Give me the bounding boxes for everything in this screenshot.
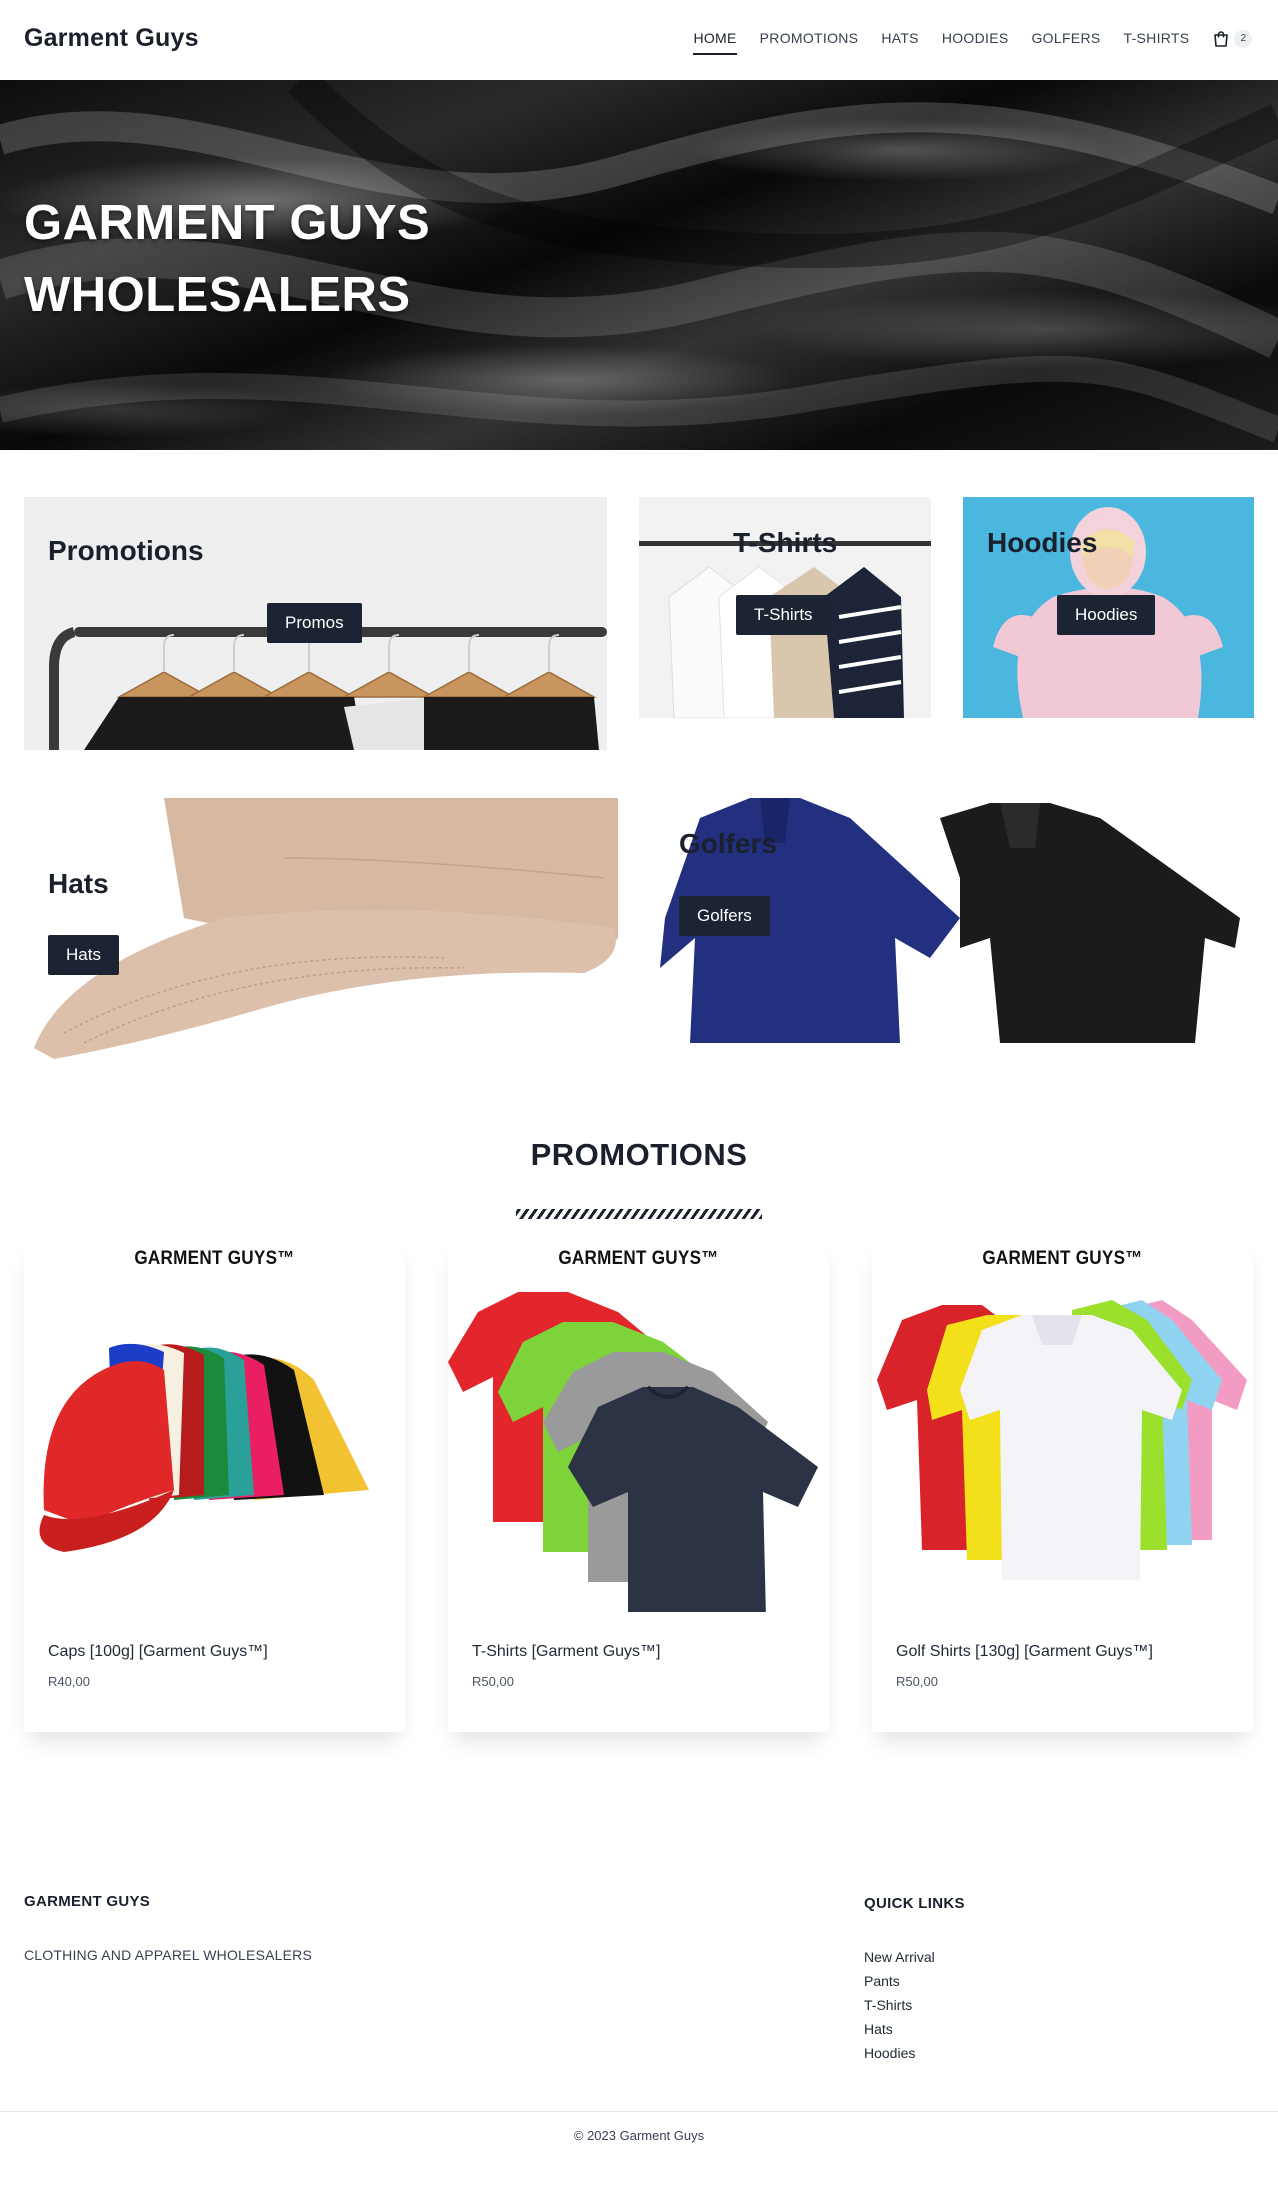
footer-divider <box>0 2111 1278 2112</box>
nav-home[interactable]: HOME <box>693 22 737 55</box>
promos-button[interactable]: Promos <box>267 603 362 643</box>
product-brand-label: GARMENT GUYS™ <box>134 1248 295 1269</box>
golfers-button[interactable]: Golfers <box>679 896 770 936</box>
nav-hats[interactable]: HATS <box>881 22 919 55</box>
footer-about-heading: GARMENT GUYS <box>24 1893 151 1910</box>
product-price: R50,00 <box>472 1674 514 1689</box>
cart-button[interactable]: 2 <box>1212 29 1252 48</box>
site-logo[interactable]: Garment Guys <box>24 24 199 53</box>
caps-product-image[interactable] <box>24 1290 405 1560</box>
golf-shirts-product-image[interactable] <box>872 1290 1253 1580</box>
hero-title: GARMENT GUYS WHOLESALERS <box>24 196 431 322</box>
category-tile-promotions[interactable]: Promotions Promos <box>24 497 607 750</box>
product-name[interactable]: Golf Shirts [130g] [Garment Guys™] <box>896 1643 1153 1661</box>
site-header: Garment Guys HOME PROMOTIONS HATS HOODIE… <box>0 0 1278 80</box>
product-brand-label: GARMENT GUYS™ <box>982 1248 1143 1269</box>
product-name[interactable]: Caps [100g] [Garment Guys™] <box>48 1643 268 1661</box>
cap-image <box>34 798 618 1059</box>
product-card[interactable]: GARMENT GUYS™ Caps [100g] [Garment Guys™… <box>24 1240 405 1732</box>
footer-link-new-arrival[interactable]: New Arrival <box>864 1945 935 1969</box>
product-brand-label: GARMENT GUYS™ <box>558 1248 719 1269</box>
category-title-promotions: Promotions <box>48 535 204 566</box>
product-card[interactable]: GARMENT GUYS™ T-Shirts [Garment Guys™] R… <box>448 1240 829 1732</box>
category-tile-hoodies[interactable]: Hoodies Hoodies <box>963 497 1254 718</box>
footer-quick-links-heading: QUICK LINKS <box>864 1895 965 1912</box>
hats-button[interactable]: Hats <box>48 935 119 975</box>
category-title-tshirts: T-Shirts <box>733 527 838 558</box>
shopping-bag-icon <box>1212 30 1230 48</box>
tshirts-product-image[interactable] <box>448 1282 829 1612</box>
nav-hoodies[interactable]: HOODIES <box>942 22 1009 55</box>
hoodies-button[interactable]: Hoodies <box>1057 595 1156 635</box>
nav-tshirts[interactable]: T-SHIRTS <box>1124 22 1190 55</box>
category-tile-tshirts[interactable]: T-Shirts T-Shirts <box>639 497 931 718</box>
nav-promotions[interactable]: PROMOTIONS <box>760 22 859 55</box>
product-card[interactable]: GARMENT GUYS™ Golf Shirts [130g] [Garmen… <box>872 1240 1253 1732</box>
footer-link-tshirts[interactable]: T-Shirts <box>864 1993 935 2017</box>
cart-count-badge: 2 <box>1234 29 1252 48</box>
category-tile-golfers[interactable]: Golfers Golfers <box>660 798 1254 1043</box>
copyright-text: © 2023 Garment Guys <box>573 2128 705 2143</box>
footer-link-hats[interactable]: Hats <box>864 2017 935 2041</box>
promotions-section-title: PROMOTIONS <box>530 1137 748 1172</box>
footer-about-text: CLOTHING AND APPAREL WHOLESALERS <box>24 1947 313 1963</box>
nav-golfers[interactable]: GOLFERS <box>1031 22 1100 55</box>
product-name[interactable]: T-Shirts [Garment Guys™] <box>472 1643 660 1661</box>
hero-banner: GARMENT GUYS WHOLESALERS <box>0 80 1278 450</box>
footer-link-hoodies[interactable]: Hoodies <box>864 2041 935 2065</box>
tshirts-button[interactable]: T-Shirts <box>736 595 831 635</box>
footer-quick-links: New Arrival Pants T-Shirts Hats Hoodies <box>864 1945 935 2065</box>
category-title-hats: Hats <box>48 868 109 899</box>
main-nav: HOME PROMOTIONS HATS HOODIES GOLFERS T-S… <box>693 22 1252 55</box>
category-title-hoodies: Hoodies <box>987 527 1098 558</box>
category-title-golfers: Golfers <box>679 828 778 859</box>
footer-link-pants[interactable]: Pants <box>864 1969 935 1993</box>
product-price: R40,00 <box>48 1674 90 1689</box>
section-divider <box>516 1209 762 1219</box>
category-tile-hats[interactable]: Hats Hats <box>24 798 618 1059</box>
product-price: R50,00 <box>896 1674 938 1689</box>
